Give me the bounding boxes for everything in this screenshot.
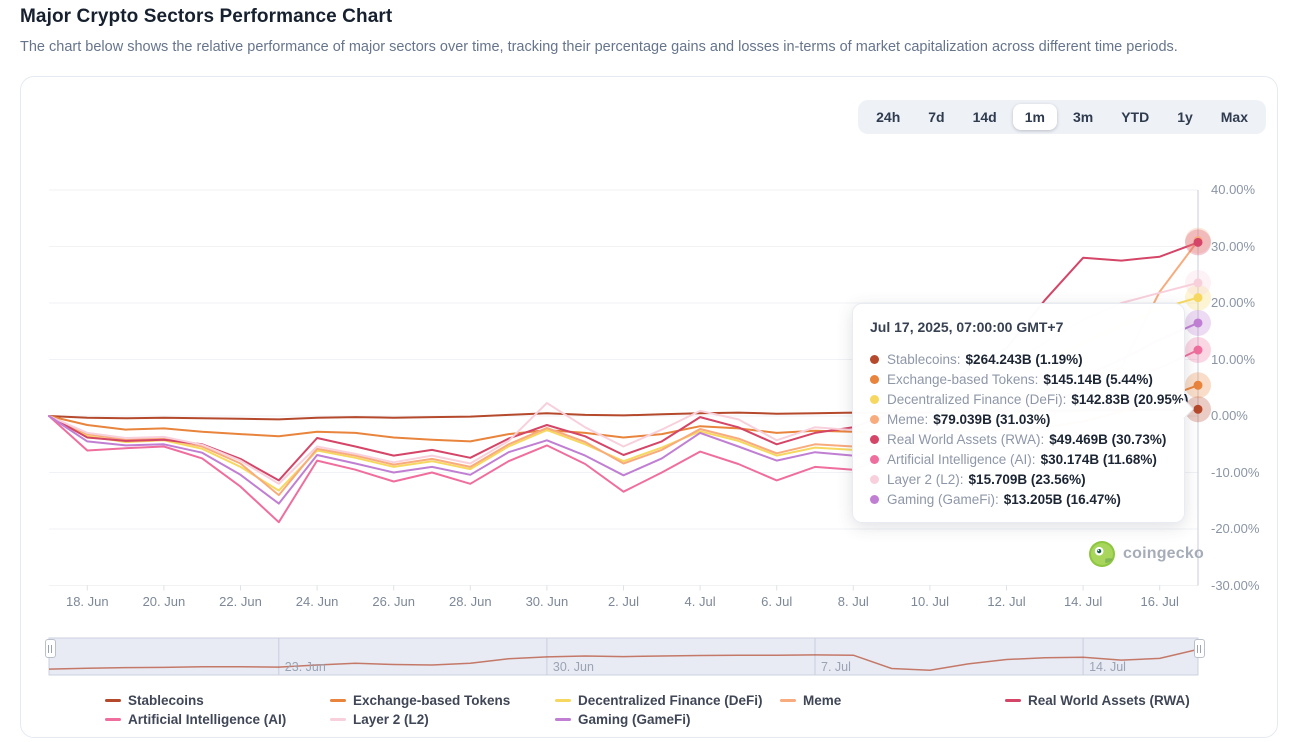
legend-item-decentralized-finance-defi[interactable]: Decentralized Finance (DeFi) — [555, 692, 780, 708]
tooltip-rows: Stablecoins:$264.243B (1.19%)Exchange-ba… — [870, 349, 1168, 509]
y-axis-label: 30.00% — [1211, 239, 1281, 254]
legend-item-gaming-gamefi[interactable]: Gaming (GameFi) — [555, 711, 780, 727]
x-axis-label: 30. Jun — [512, 594, 582, 609]
marker-gaming-gamefi — [1194, 318, 1203, 327]
x-axis-label: 24. Jun — [282, 594, 352, 609]
navigator-date-label: 14. Jul — [1089, 660, 1126, 674]
marker-real-world-assets-rwa — [1194, 238, 1203, 247]
x-axis-label: 22. Jun — [206, 594, 276, 609]
legend-item-artificial-intelligence-ai[interactable]: Artificial Intelligence (AI) — [105, 711, 330, 727]
series-dot-icon — [870, 455, 879, 464]
tooltip-date: Jul 17, 2025, 07:00:00 GMT+7 — [870, 319, 1168, 335]
page-title: Major Crypto Sectors Performance Chart — [20, 6, 392, 28]
legend-item-real-world-assets-rwa[interactable]: Real World Assets (RWA) — [1005, 692, 1230, 708]
y-axis-label: 20.00% — [1211, 295, 1281, 310]
tooltip-row-stablecoins: Stablecoins:$264.243B (1.19%) — [870, 349, 1168, 369]
legend-line-icon — [555, 699, 571, 702]
series-dot-icon — [870, 435, 879, 444]
y-axis-label: 0.00% — [1211, 408, 1281, 423]
legend-line-icon — [105, 718, 121, 721]
marker-artificial-intelligence-ai — [1194, 346, 1203, 355]
navigator-right-handle[interactable] — [1194, 639, 1205, 658]
marker-decentralized-finance-defi — [1194, 293, 1203, 302]
series-dot-icon — [870, 375, 879, 384]
x-axis-label: 10. Jul — [895, 594, 965, 609]
legend-item-layer-2-l2[interactable]: Layer 2 (L2) — [330, 711, 555, 727]
x-axis-label: 4. Jul — [665, 594, 735, 609]
x-axis-label: 2. Jul — [589, 594, 659, 609]
y-axis-label: -20.00% — [1211, 521, 1281, 536]
x-axis-label: 8. Jul — [818, 594, 888, 609]
coingecko-watermark-text: coingecko — [1123, 545, 1204, 563]
navigator-left-handle[interactable] — [45, 639, 56, 658]
page-subtitle: The chart below shows the relative perfo… — [20, 39, 1178, 55]
tooltip-row-meme: Meme:$79.039B (31.03%) — [870, 409, 1168, 429]
legend-line-icon — [1005, 699, 1021, 702]
marker-layer-2-l2 — [1194, 278, 1203, 287]
x-axis-label: 12. Jul — [972, 594, 1042, 609]
chart-card: 24h7d14d1m3mYTD1yMax 40.00%30.00%20.00%1… — [20, 76, 1278, 738]
page: Major Crypto Sectors Performance Chart T… — [0, 0, 1298, 742]
series-dot-icon — [870, 395, 879, 404]
series-dot-icon — [870, 355, 879, 364]
series-dot-icon — [870, 475, 879, 484]
navigator-date-label: 23. Jun — [285, 660, 326, 674]
coingecko-logo-icon — [1089, 541, 1115, 567]
x-axis-label: 14. Jul — [1048, 594, 1118, 609]
marker-stablecoins — [1194, 405, 1203, 414]
chart-legend: StablecoinsExchange-based TokensDecentra… — [105, 692, 1230, 727]
marker-exchange-based-tokens — [1194, 381, 1203, 390]
legend-line-icon — [780, 699, 796, 702]
x-axis-label: 16. Jul — [1125, 594, 1195, 609]
y-axis-label: -30.00% — [1211, 578, 1281, 593]
series-dot-icon — [870, 495, 879, 504]
x-axis-label: 26. Jun — [359, 594, 429, 609]
tooltip-row-exchange-based-tokens: Exchange-based Tokens:$145.14B (5.44%) — [870, 369, 1168, 389]
legend-item-meme[interactable]: Meme — [780, 692, 1005, 708]
y-axis-label: 10.00% — [1211, 352, 1281, 367]
x-axis-label: 20. Jun — [129, 594, 199, 609]
y-axis-label: -10.00% — [1211, 465, 1281, 480]
navigator-date-label: 30. Jun — [553, 660, 594, 674]
tooltip-row-real-world-assets-rwa: Real World Assets (RWA):$49.469B (30.73%… — [870, 429, 1168, 449]
y-axis-label: 40.00% — [1211, 182, 1281, 197]
legend-item-stablecoins[interactable]: Stablecoins — [105, 692, 330, 708]
navigator-date-label: 7. Jul — [821, 660, 851, 674]
legend-line-icon — [105, 699, 121, 702]
tooltip-row-gaming-gamefi: Gaming (GameFi):$13.205B (16.47%) — [870, 489, 1168, 509]
x-axis-label: 6. Jul — [742, 594, 812, 609]
tooltip-row-layer-2-l2: Layer 2 (L2):$15.709B (23.56%) — [870, 469, 1168, 489]
x-axis-label: 18. Jun — [52, 594, 122, 609]
tooltip-row-artificial-intelligence-ai: Artificial Intelligence (AI):$30.174B (1… — [870, 449, 1168, 469]
tooltip-row-decentralized-finance-defi: Decentralized Finance (DeFi):$142.83B (2… — [870, 389, 1168, 409]
chart-tooltip: Jul 17, 2025, 07:00:00 GMT+7 Stablecoins… — [852, 303, 1185, 523]
legend-line-icon — [330, 699, 346, 702]
coingecko-watermark: coingecko — [1089, 541, 1204, 567]
legend-line-icon — [330, 718, 346, 721]
x-axis-label: 28. Jun — [435, 594, 505, 609]
legend-line-icon — [555, 718, 571, 721]
legend-item-exchange-based-tokens[interactable]: Exchange-based Tokens — [330, 692, 555, 708]
series-dot-icon — [870, 415, 879, 424]
